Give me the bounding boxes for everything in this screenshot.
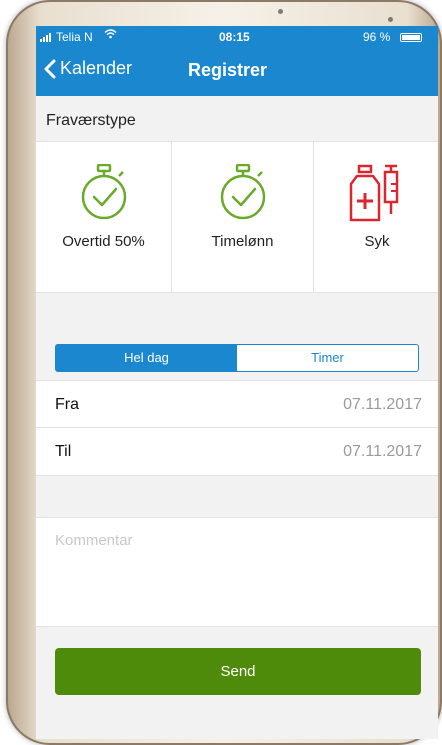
to-label: Til (55, 443, 72, 460)
comment-field[interactable]: Kommentar (36, 517, 438, 627)
toggle-full-day[interactable]: Hel dag (56, 345, 237, 371)
phone-frame: Telia N 08:15 96 % Kalender Registrer Fr… (6, 0, 442, 745)
stopwatch-check-icon (220, 164, 265, 220)
absence-type-label: Fraværstype (46, 112, 136, 129)
carrier-name: Telia N (56, 30, 93, 44)
battery-percent: 96 % (363, 30, 391, 44)
page-title: Registrer (188, 60, 268, 80)
toggle-hours[interactable]: Timer (237, 345, 418, 371)
from-date-value: 07.11.2017 (343, 396, 422, 413)
medicine-syringe-icon (349, 164, 399, 222)
duration-toggle: Hel dag Timer (55, 344, 419, 372)
back-label: Kalender (60, 58, 133, 78)
status-bar: Telia N 08:15 96 % (36, 26, 438, 48)
absence-type-hourly[interactable]: Timelønn (172, 142, 314, 292)
signal-icon (40, 33, 51, 42)
to-date-value: 07.11.2017 (343, 443, 422, 460)
app-screen: Telia N 08:15 96 % Kalender Registrer Fr… (36, 26, 438, 739)
from-date-row[interactable]: Fra 07.11.2017 (36, 380, 438, 428)
wifi-icon (104, 28, 117, 42)
absence-type-list: Overtid 50% Timelønn Syk (36, 141, 438, 293)
battery-icon (400, 33, 422, 42)
sensor-dot (278, 9, 283, 14)
app-header: Telia N 08:15 96 % Kalender Registrer (36, 26, 438, 96)
absence-type-sick[interactable]: Syk (314, 142, 438, 292)
status-time: 08:15 (219, 30, 250, 44)
navigation-bar: Kalender Registrer (36, 48, 438, 96)
send-button[interactable]: Send (55, 648, 421, 695)
absence-type-label: Overtid 50% (62, 233, 145, 250)
from-label: Fra (55, 396, 79, 413)
absence-type-label: Syk (364, 233, 390, 250)
to-date-row[interactable]: Til 07.11.2017 (36, 428, 438, 476)
stopwatch-check-icon (81, 164, 126, 220)
comment-placeholder: Kommentar (55, 532, 133, 549)
camera-dot (388, 17, 393, 22)
absence-type-overtime[interactable]: Overtid 50% (36, 142, 172, 292)
absence-type-label: Timelønn (211, 233, 274, 250)
chevron-left-icon (44, 59, 56, 78)
back-button[interactable]: Kalender (44, 58, 132, 79)
